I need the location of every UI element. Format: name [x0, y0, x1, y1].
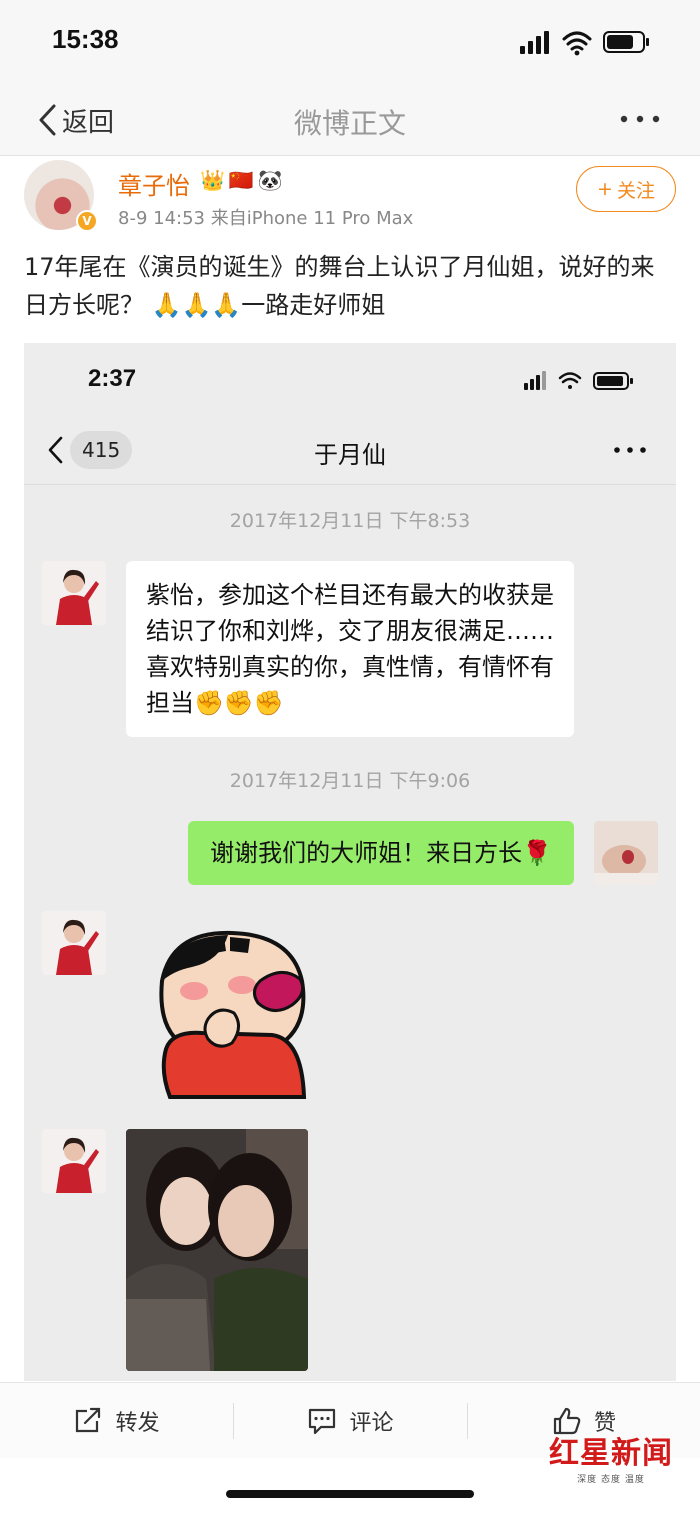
battery-icon	[603, 31, 649, 53]
comment-icon	[309, 1408, 336, 1435]
contact-avatar[interactable]	[42, 911, 106, 975]
comment-label: 评论	[349, 1411, 394, 1436]
woman-in-red-avatar-icon	[42, 1129, 106, 1193]
page-title: 微博正文	[293, 107, 406, 140]
wifi-icon	[558, 372, 582, 384]
news-watermark-logo: 红星新闻 深度 态度 温度	[536, 1428, 686, 1485]
contact-avatar[interactable]	[42, 1129, 106, 1193]
more-icon[interactable]	[618, 104, 662, 134]
author-badges: 👑 🇨🇳 🐼	[200, 168, 283, 192]
post-text: 17年尾在《演员的诞生》的舞台上认识了月仙姐，说好的来日方长呢？ 🙏🙏🙏一路走好…	[24, 253, 655, 319]
china-flag-icon: 🇨🇳	[228, 168, 254, 192]
contact-avatar[interactable]	[42, 561, 106, 625]
follow-label: 关注	[616, 179, 655, 202]
my-message-bubble[interactable]: 谢谢我们的大师姐！来日方长🌹	[188, 821, 574, 885]
crayon-shin-chan-sticker[interactable]	[132, 921, 322, 1101]
nav-bar: 返回 微博正文	[0, 86, 700, 156]
more-icon[interactable]	[612, 437, 648, 463]
signal-icon	[520, 31, 549, 54]
comment-button[interactable]: 评论	[234, 1383, 467, 1459]
selfie-photo[interactable]	[126, 1129, 308, 1371]
chat-contact-name: 于月仙	[314, 441, 386, 469]
share-icon	[76, 1407, 101, 1433]
chat-status-time: 2:37	[88, 365, 137, 392]
follow-button[interactable]: + 关注	[576, 166, 676, 212]
chat-status-bar: 2:37	[24, 343, 676, 415]
wifi-icon	[562, 31, 592, 51]
watermark-slogan: 深度 态度 温度	[577, 1475, 645, 1485]
status-time: 15:38	[52, 24, 119, 54]
chat-timestamp: 2017年12月11日 下午8:53	[229, 510, 471, 532]
chat-status-icons	[524, 371, 633, 390]
status-bar: 15:38	[0, 0, 700, 86]
home-indicator[interactable]	[226, 1490, 474, 1498]
woman-in-red-avatar-icon	[42, 561, 106, 625]
my-avatar[interactable]	[594, 821, 658, 885]
repost-label: 转发	[115, 1411, 160, 1436]
post-meta: 8-9 14:53 来自iPhone 11 Pro Max	[118, 208, 414, 229]
panda-icon: 🐼	[257, 168, 283, 192]
author-name[interactable]: 章子怡	[118, 166, 190, 201]
chat-nav-bar: 415 于月仙	[24, 415, 676, 485]
battery-icon	[593, 372, 633, 390]
post-header: V 章子怡 👑 🇨🇳 🐼 8-9 14:53 来自iPhone 11 Pro M…	[0, 156, 700, 236]
repost-button[interactable]: 转发	[0, 1383, 233, 1459]
woman-in-red-avatar-icon	[42, 911, 106, 975]
contact-message-bubble[interactable]: 紫怡，参加这个栏目还有最大的收获是结识了你和刘烨，交了朋友很满足……喜欢特别真实…	[126, 561, 574, 737]
plus-icon: +	[597, 178, 613, 200]
crown-icon: 👑	[200, 168, 225, 192]
hands-avatar-icon	[594, 821, 658, 885]
embedded-chat-screenshot[interactable]: 2:37 415 于月仙 2017年12月11日 下午8:53 紫怡，参加这个栏…	[24, 343, 676, 1381]
watermark-title: 红星新闻	[549, 1436, 673, 1471]
signal-icon	[524, 371, 546, 390]
two-women-selfie-image	[126, 1129, 308, 1371]
chat-timestamp: 2017年12月11日 下午9:06	[229, 770, 471, 792]
status-icons	[520, 31, 649, 56]
verified-badge-icon: V	[76, 210, 98, 232]
